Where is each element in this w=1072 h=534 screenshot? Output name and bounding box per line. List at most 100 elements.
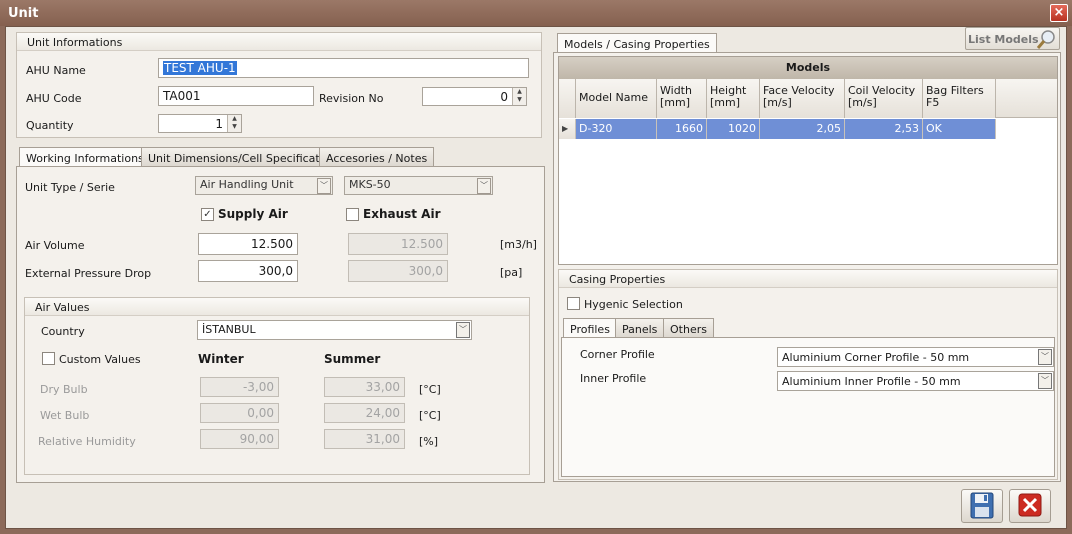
unit-type-combo[interactable]: Air Handling Unit ﹀	[195, 176, 333, 195]
casing-group: Casing Properties Hygenic Selection Prof…	[558, 269, 1058, 480]
country-combo[interactable]: İSTANBUL ﹀	[197, 320, 472, 340]
air-volume-exhaust-input: 12.500	[348, 233, 448, 255]
close-icon[interactable]: ×	[1050, 4, 1068, 22]
quantity-input[interactable]: 1 ▲ ▼	[158, 114, 242, 133]
col-coil-velocity[interactable]: Coil Velocity [m/s]	[845, 79, 923, 118]
unit-type-value: Air Handling Unit	[200, 178, 294, 191]
pressure-unit: [pa]	[500, 266, 523, 279]
models-grid: Models Model Name Width [mm] Height [mm] F…	[558, 56, 1058, 265]
col-coil-line2: [m/s]	[848, 96, 877, 109]
chevron-down-icon[interactable]: ﹀	[317, 178, 331, 194]
relative-humidity-winter: 90,00	[200, 429, 279, 449]
models-title: Models	[559, 57, 1057, 79]
ahu-name-input[interactable]: TEST AHU-1	[158, 58, 529, 78]
summer-header: Summer	[324, 352, 381, 366]
wet-bulb-label: Wet Bulb	[40, 409, 90, 422]
col-face-line2: [m/s]	[763, 96, 792, 109]
col-bag-line2: F5	[926, 96, 940, 109]
tab-accessories-notes[interactable]: Accesories / Notes	[319, 147, 435, 167]
cell-model: D-320	[576, 119, 657, 139]
col-face-velocity[interactable]: Face Velocity [m/s]	[760, 79, 845, 118]
magnifier-icon	[1036, 30, 1055, 49]
cell-coil-velocity: 2,53	[845, 119, 923, 139]
working-panel: Unit Type / Serie Air Handling Unit ﹀ MKS…	[16, 166, 545, 483]
grid-indicator-header	[559, 79, 576, 118]
quantity-spin-icon[interactable]: ▲ ▼	[227, 115, 241, 132]
ahu-name-value: TEST AHU-1	[163, 61, 237, 75]
air-values-header: Air Values	[25, 298, 529, 316]
unit-info-group: Unit Informations AHU Name TEST AHU-1 AH…	[16, 32, 542, 138]
tab-panels[interactable]: Panels	[615, 318, 665, 338]
save-button[interactable]	[961, 489, 1003, 523]
tab-unit-dimensions[interactable]: Unit Dimensions/Cell Specifications	[141, 147, 350, 167]
ahu-name-label: AHU Name	[26, 64, 86, 77]
col-height[interactable]: Height [mm]	[707, 79, 760, 118]
dry-bulb-label: Dry Bulb	[40, 383, 88, 396]
unit-info-header: Unit Informations	[17, 33, 541, 51]
unit-type-label: Unit Type / Serie	[25, 181, 115, 194]
col-width[interactable]: Width [mm]	[657, 79, 707, 118]
pressure-label: External Pressure Drop	[25, 267, 152, 280]
pressure-supply-input[interactable]: 300,0	[198, 260, 298, 282]
corner-profile-label: Corner Profile	[580, 348, 655, 361]
tab-others[interactable]: Others	[663, 318, 714, 338]
winter-header: Winter	[198, 352, 244, 366]
window-title: Unit	[8, 6, 39, 21]
dry-bulb-summer: 33,00	[324, 377, 405, 397]
hygenic-label: Hygenic Selection	[584, 298, 683, 311]
custom-values-label: Custom Values	[59, 353, 141, 366]
unit-window: Unit × Unit Informations AHU Name TEST A…	[0, 0, 1072, 534]
casing-header: Casing Properties	[559, 270, 1057, 288]
relative-humidity-unit: [%]	[419, 435, 439, 448]
revision-spin-icon[interactable]: ▲ ▼	[512, 88, 526, 105]
revision-value: 0	[500, 90, 508, 104]
table-row[interactable]: ▶ D-320 1660 1020 2,05 2,53 OK	[559, 119, 996, 139]
air-volume-unit: [m3/h]	[500, 238, 537, 251]
col-model-name[interactable]: Model Name	[576, 79, 657, 118]
title-bar: Unit ×	[0, 0, 1072, 26]
floppy-disk-icon	[970, 492, 994, 519]
air-values-group: Air Values Country İSTANBUL ﹀ Custom Valu…	[24, 297, 530, 475]
exhaust-air-label: Exhaust Air	[363, 207, 441, 221]
country-label: Country	[41, 325, 85, 338]
chevron-down-icon[interactable]: ﹀	[456, 322, 470, 338]
chevron-down-icon[interactable]: ﹀	[1038, 349, 1052, 365]
hygenic-checkbox[interactable]	[567, 297, 580, 310]
supply-air-checkbox[interactable]: ✓	[201, 208, 214, 221]
inner-profile-combo[interactable]: Aluminium Inner Profile - 50 mm ﹀	[777, 371, 1054, 391]
quantity-value: 1	[215, 117, 223, 131]
cell-height: 1020	[707, 119, 760, 139]
air-volume-label: Air Volume	[25, 239, 85, 252]
cancel-button[interactable]	[1009, 489, 1051, 523]
list-models-label: List Models	[968, 33, 1039, 46]
col-model-name-text: Model Name	[579, 91, 648, 104]
serie-combo[interactable]: MKS-50 ﹀	[344, 176, 493, 195]
serie-value: MKS-50	[349, 178, 391, 191]
air-volume-supply-input[interactable]: 12.500	[198, 233, 298, 255]
col-width-line2: [mm]	[660, 96, 691, 109]
custom-values-checkbox[interactable]	[42, 352, 55, 365]
relative-humidity-label: Relative Humidity	[38, 435, 136, 448]
ahu-code-input[interactable]: TA001	[158, 86, 314, 106]
cancel-x-icon	[1018, 493, 1042, 517]
supply-air-label: Supply Air	[218, 207, 288, 221]
window-client: Unit Informations AHU Name TEST AHU-1 AH…	[5, 26, 1067, 529]
corner-profile-combo[interactable]: Aluminium Corner Profile - 50 mm ﹀	[777, 347, 1054, 367]
profiles-panel: Corner Profile Aluminium Corner Profile …	[561, 337, 1055, 477]
chevron-down-icon[interactable]: ﹀	[1038, 373, 1052, 389]
country-value: İSTANBUL	[202, 323, 256, 336]
wet-bulb-unit: [°C]	[419, 409, 441, 422]
ahu-code-label: AHU Code	[26, 92, 82, 105]
list-models-button[interactable]: List Models	[965, 27, 1060, 50]
revision-input[interactable]: 0 ▲ ▼	[422, 87, 527, 106]
chevron-down-icon[interactable]: ﹀	[477, 178, 491, 194]
wet-bulb-summer: 24,00	[324, 403, 405, 423]
col-bag-filters[interactable]: Bag Filters F5	[923, 79, 996, 118]
exhaust-air-checkbox[interactable]	[346, 208, 359, 221]
corner-profile-value: Aluminium Corner Profile - 50 mm	[782, 351, 970, 364]
inner-profile-value: Aluminium Inner Profile - 50 mm	[782, 375, 961, 388]
dry-bulb-winter: -3,00	[200, 377, 279, 397]
pressure-exhaust-input: 300,0	[348, 260, 448, 282]
wet-bulb-winter: 0,00	[200, 403, 279, 423]
quantity-label: Quantity	[26, 119, 74, 132]
